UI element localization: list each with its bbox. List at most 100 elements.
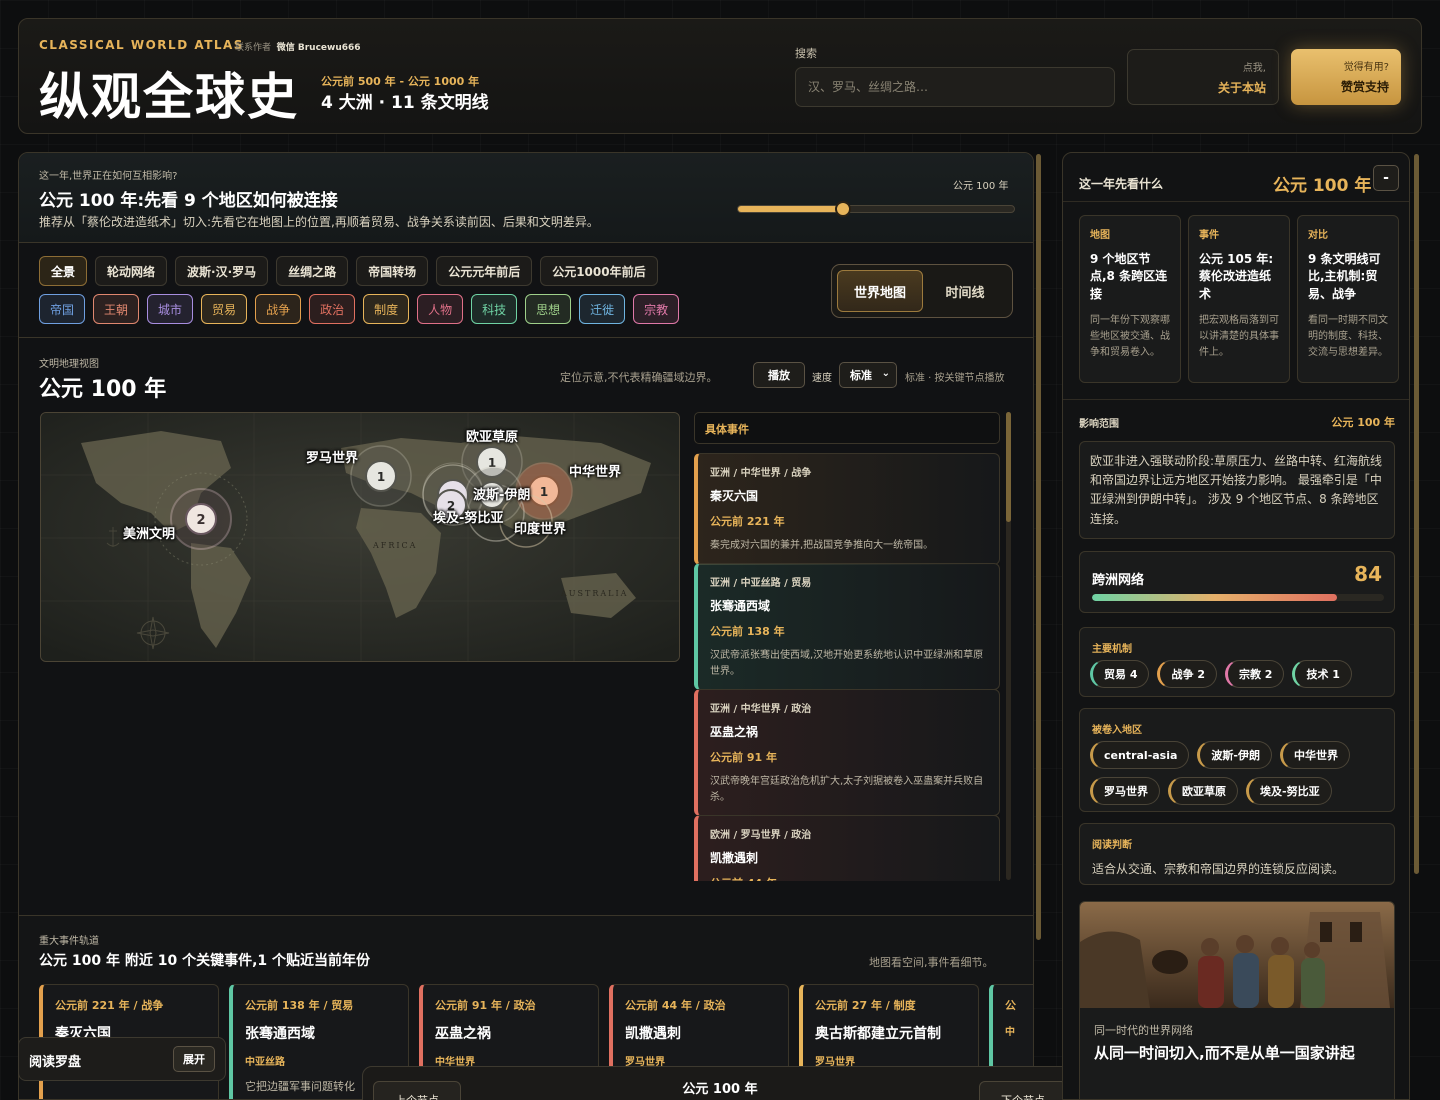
world-map[interactable]: AFRICA AUSTRALIA 2 1 1 1 2 1 美洲文明 罗马世界 欧… (40, 412, 680, 662)
speed-label: 速度 (812, 373, 832, 384)
event-desc: 汉武帝派张骞出使西域,汉地开始更系统地认识中亚绿洲和草原世界。 (710, 650, 984, 677)
track-card-year: 公元前 91 年 / 政治 (435, 999, 536, 1012)
image-caption-title: 从同一时间切入,而不是从单一国家讲起 (1094, 1044, 1355, 1062)
year-slider[interactable] (737, 201, 1015, 217)
quick-card-compare[interactable]: 对比 9 条文明线可比,主机制:贸易、战争 看同一时期不同文明的制度、科技、交流与思… (1297, 215, 1399, 383)
node-navigator: 上个节点 公元 100 年 下个节点 (362, 1066, 1078, 1100)
insight-sidebar: 这一年先看什么 公元 100 年 - 地图 9 个地区节点,8 条跨区连接 同一年份… (1062, 152, 1410, 1100)
next-node-button[interactable]: 下个节点 (979, 1081, 1067, 1100)
intro-question: 这一年,世界正在如何互相影响? (39, 171, 178, 182)
track-card-year: 公元前 221 年 / 战争 (55, 999, 164, 1012)
image-caption-label: 同一时代的世界网络 (1094, 1024, 1193, 1037)
sidebar-year: 公元 100 年 (1273, 176, 1372, 196)
period-chip[interactable]: 丝绸之路 (276, 256, 349, 286)
category-tag[interactable]: 贸易 (201, 294, 248, 324)
divider (1063, 399, 1409, 400)
events-scrollbar[interactable] (1006, 412, 1011, 880)
slider-year-tag: 公元 100 年 (953, 181, 1009, 192)
sidebar-scrollbar[interactable] (1414, 154, 1419, 874)
quick-card-desc: 把宏观格局落到可以讲清楚的具体事件上。 (1199, 315, 1279, 359)
period-chip[interactable]: 波斯·汉·罗马 (175, 256, 269, 286)
category-tag[interactable]: 科技 (471, 294, 518, 324)
region-pill[interactable]: 波斯-伊朗 (1197, 741, 1272, 769)
about-button[interactable]: 点我, 关于本站 (1127, 49, 1279, 105)
support-button-label: 赞赏支持 (1340, 80, 1389, 94)
mechanism-pill[interactable]: 贸易 4 (1090, 660, 1150, 688)
meter-value: 84 (1354, 562, 1382, 586)
influence-label: 影响范围 (1079, 419, 1119, 430)
influence-text: 欧亚非进入强联动阶段:草原压力、丝路中转、红海航线和帝国边界让远方地区开始接力影… (1090, 454, 1383, 526)
category-tag[interactable]: 人物 (417, 294, 464, 324)
period-chip[interactable]: 公元元年前后 (436, 256, 533, 286)
node-label-india: 印度世界 (514, 522, 567, 537)
region-pill[interactable]: 欧亚草原 (1168, 777, 1238, 805)
brand-name: CLASSICAL WORLD ATLAS (39, 38, 244, 52)
view-map-button[interactable]: 世界地图 (837, 270, 923, 312)
mechanism-pills: 贸易 4 战争 2 宗教 2 技术 1 (1090, 660, 1390, 688)
events-scrollbar-thumb[interactable] (1006, 412, 1011, 522)
verdict-box: 阅读判断 适合从交通、宗教和帝国边界的连锁反应阅读。 (1079, 823, 1395, 885)
search-input[interactable] (795, 67, 1115, 107)
chevron-down-icon: ⌄ (881, 368, 890, 379)
category-tag[interactable]: 政治 (309, 294, 356, 324)
category-tag[interactable]: 王朝 (93, 294, 140, 324)
mechanism-pill[interactable]: 技术 1 (1292, 660, 1352, 688)
node-label-china: 中华世界 (569, 465, 622, 480)
event-card[interactable]: 欧洲 / 罗马世界 / 政治凯撒遇刺公元前 44 年 (694, 815, 1000, 881)
divider (1063, 201, 1409, 202)
quick-card-headline: 9 个地区节点,8 条跨区连接 (1090, 252, 1168, 301)
region-pill[interactable]: 中华世界 (1280, 741, 1350, 769)
event-path: 亚洲 / 中华世界 / 政治 (710, 704, 812, 715)
track-card-year: 公元前 27 年 / 制度 (815, 999, 916, 1012)
category-tag[interactable]: 宗教 (633, 294, 680, 324)
support-button-hint: 觉得有用? (1343, 62, 1389, 73)
events-list: 亚洲 / 中华世界 / 战争 秦灭六国 公元前 221 年秦完成对六国的兼并,把战国… (694, 453, 1000, 881)
intro-headline: 公元 100 年:先看 9 个地区如何被连接 (39, 191, 338, 211)
category-tag[interactable]: 帝国 (39, 294, 86, 324)
category-tag[interactable]: 迁徙 (579, 294, 626, 324)
period-chip[interactable]: 全景 (39, 256, 88, 286)
scope-summary: 4 大洲 · 11 条文明线 (321, 93, 489, 113)
view-timeline-button[interactable]: 时间线 (923, 270, 1007, 312)
event-title: 凯撒遇刺 (710, 851, 759, 865)
mechanism-pill[interactable]: 战争 2 (1157, 660, 1217, 688)
period-chip[interactable]: 帝国转场 (356, 256, 429, 286)
period-chip[interactable]: 公元1000年前后 (540, 256, 658, 286)
track-card-year: 公元前 138 年 / 贸易 (245, 999, 354, 1012)
verdict-text: 适合从交通、宗教和帝国边界的连锁反应阅读。 (1092, 862, 1345, 876)
period-chip[interactable]: 轮动网络 (95, 256, 168, 286)
region-pill[interactable]: central-asia (1090, 741, 1190, 769)
main-scrollbar[interactable] (1036, 154, 1041, 940)
search-label: 搜索 (795, 47, 817, 60)
category-tag[interactable]: 思想 (525, 294, 572, 324)
category-tag[interactable]: 城市 (147, 294, 194, 324)
quick-card-event[interactable]: 事件 公元 105 年:蔡伦改进造纸术 把宏观格局落到可以讲清楚的具体事件上。 (1188, 215, 1290, 383)
event-desc: 秦完成对六国的兼并,把战国竞争推向大一统帝国。 (710, 540, 934, 551)
category-tag[interactable]: 制度 (363, 294, 410, 324)
sidebar-collapse-button[interactable]: - (1373, 165, 1399, 191)
event-card[interactable]: 亚洲 / 中华世界 / 政治 巫蛊之祸 公元前 91 年汉武帝晚年宫廷政治危机扩大,… (694, 689, 1000, 816)
track-card-region: 中 (1005, 1027, 1015, 1038)
site-header: CLASSICAL WORLD ATLAS 联系作者 微信 Brucewu666… (18, 18, 1422, 134)
quick-card-map[interactable]: 地图 9 个地区节点,8 条跨区连接 同一年份下观察哪些地区被交通、战争和贸易卷入。 (1079, 215, 1181, 383)
event-path: 亚洲 / 中华世界 / 战争 (710, 468, 812, 479)
speed-select[interactable]: 标准 ⌄ (839, 362, 897, 388)
expand-button[interactable]: 展开 (173, 1046, 215, 1072)
map-label-australia: AUSTRALIA (560, 589, 628, 598)
map-label-africa: AFRICA (372, 541, 417, 550)
quick-card-desc: 同一年份下观察哪些地区被交通、战争和贸易卷入。 (1090, 315, 1170, 359)
event-card[interactable]: 亚洲 / 中华世界 / 战争 秦灭六国 公元前 221 年秦完成对六国的兼并,把战国… (694, 453, 1000, 565)
network-meter: 跨洲网络 84 (1079, 551, 1395, 613)
mechanism-pill[interactable]: 宗教 2 (1224, 660, 1285, 688)
region-pill[interactable]: 埃及-努比亚 (1246, 777, 1332, 805)
event-card[interactable]: 亚洲 / 中亚丝路 / 贸易 张骞通西域 公元前 138 年汉武帝派张骞出使西域,汉… (694, 563, 1000, 690)
play-button[interactable]: 播放 (753, 362, 805, 388)
track-card-title: 巫蛊之祸 (435, 1026, 491, 1042)
support-button[interactable]: 觉得有用? 赞赏支持 (1291, 49, 1401, 105)
era-illustration-card[interactable]: 同一时代的世界网络 从同一时间切入,而不是从单一国家讲起 (1079, 901, 1395, 1099)
category-tag[interactable]: 战争 (255, 294, 302, 324)
region-pill[interactable]: 罗马世界 (1090, 777, 1160, 805)
year-slider-thumb[interactable] (834, 201, 851, 217)
filter-bar: 全景 轮动网络 波斯·汉·罗马 丝绸之路 帝国转场 公元元年前后 公元1000年前后 帝国王… (19, 244, 1033, 338)
period-range: 公元前 500 年 - 公元 1000 年 (321, 75, 480, 88)
